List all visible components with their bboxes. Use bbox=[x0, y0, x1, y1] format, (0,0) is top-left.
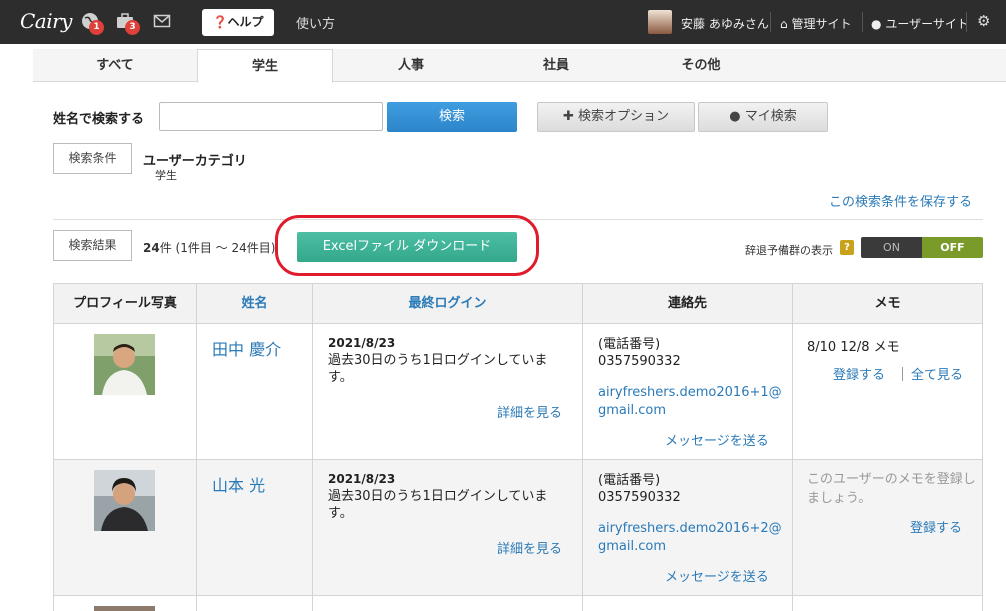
name-search-input[interactable] bbox=[159, 102, 383, 131]
email-link[interactable]: airyfreshers.demo2016+1@gmail.com bbox=[598, 384, 783, 420]
user-avatar[interactable] bbox=[648, 10, 672, 34]
result-count-number: 24 bbox=[143, 241, 160, 255]
result-count-range: 件 (1件目 ～ 24件目) bbox=[159, 241, 276, 255]
highlight-annotation bbox=[275, 215, 539, 276]
home-icon: ⌂ bbox=[780, 17, 788, 31]
phone-info: (電話番号) 0357590332 bbox=[598, 472, 681, 506]
send-message-link[interactable]: メッセージを送る bbox=[665, 430, 769, 449]
search-options-label: 検索オプション bbox=[578, 109, 670, 124]
decline-group-label: 辞退予備群の表示 bbox=[745, 244, 833, 257]
table-row bbox=[53, 596, 983, 611]
phone-number: 0357590332 bbox=[598, 354, 681, 369]
toggle-on[interactable]: ON bbox=[861, 237, 922, 258]
header-name[interactable]: 姓名 bbox=[196, 283, 313, 324]
header-contact: 連絡先 bbox=[582, 283, 793, 324]
user-icon: ● bbox=[729, 109, 741, 124]
header-profile-photo: プロフィール写真 bbox=[53, 283, 197, 324]
register-memo-link[interactable]: 登録する bbox=[833, 364, 885, 383]
tab-hr[interactable]: 人事 bbox=[343, 49, 479, 82]
result-count: 24件 (1件目 ～ 24件目) bbox=[143, 239, 275, 256]
profile-photo[interactable] bbox=[94, 334, 155, 395]
view-all-memos-link[interactable]: 全て見る bbox=[911, 364, 963, 383]
help-icon[interactable]: ? bbox=[840, 240, 854, 255]
last-login-date: 2021/8/23 bbox=[328, 336, 396, 350]
table-row: 山本 光 2021/8/23 過去30日のうち1日ログインしています。 詳細を見… bbox=[53, 460, 983, 596]
user-name[interactable]: 安藤 あゆみさん bbox=[681, 15, 769, 32]
send-message-link[interactable]: メッセージを送る bbox=[665, 566, 769, 585]
table-row: 田中 慶介 2021/8/23 過去30日のうち1日ログインしています。 詳細を… bbox=[53, 324, 983, 460]
tab-employee[interactable]: 社員 bbox=[488, 49, 624, 82]
usage-link[interactable]: 使い方 bbox=[296, 13, 335, 32]
category-tabs: すべて 学生 人事 社員 その他 bbox=[33, 49, 1006, 83]
phone-label: (電話番号) bbox=[598, 473, 661, 488]
divider bbox=[862, 12, 863, 32]
phone-label: (電話番号) bbox=[598, 337, 661, 352]
profile-photo[interactable] bbox=[94, 606, 155, 611]
toggle-off[interactable]: OFF bbox=[922, 237, 983, 258]
email-link[interactable]: airyfreshers.demo2016+2@gmail.com bbox=[598, 520, 783, 556]
divider bbox=[770, 12, 771, 32]
search-options-button[interactable]: ✚ 検索オプション bbox=[537, 102, 695, 132]
mail-icon[interactable] bbox=[152, 12, 172, 32]
save-search-link[interactable]: この検索条件を保存する bbox=[829, 191, 972, 210]
gear-icon[interactable]: ⚙ bbox=[977, 12, 990, 30]
divider bbox=[902, 367, 903, 381]
phone-info: (電話番号) 0357590332 bbox=[598, 336, 681, 370]
header-last-login[interactable]: 最終ログイン bbox=[312, 283, 583, 324]
user-icon: ● bbox=[871, 17, 882, 31]
search-results-box: 検索結果 bbox=[53, 230, 132, 261]
name-search-label: 姓名で検索する bbox=[53, 112, 145, 127]
search-conditions-box: 検索条件 bbox=[53, 143, 132, 174]
task-badge: 3 bbox=[125, 20, 140, 35]
plus-icon: ✚ bbox=[562, 109, 574, 124]
view-details-link[interactable]: 詳細を見る bbox=[497, 538, 562, 557]
user-name-link[interactable]: 田中 慶介 bbox=[212, 336, 281, 360]
tab-other[interactable]: その他 bbox=[633, 49, 769, 82]
login-frequency: 過去30日のうち1日ログインしています。 bbox=[328, 489, 548, 521]
user-name-link[interactable]: 山本 光 bbox=[212, 472, 265, 496]
register-memo-link[interactable]: 登録する bbox=[910, 517, 962, 536]
login-frequency: 過去30日のうち1日ログインしています。 bbox=[328, 353, 548, 385]
app-logo[interactable]: Cairy bbox=[20, 9, 72, 33]
admin-site-link[interactable]: ⌂ 管理サイト bbox=[780, 15, 851, 32]
user-category-value: 学生 bbox=[155, 169, 177, 182]
top-navigation-bar: Cairy 1 3 ❓ヘルプ 使い方 安藤 あゆみさん ⌂ 管理サイト ● ユー… bbox=[0, 0, 1006, 44]
help-label: ヘルプ bbox=[227, 15, 264, 29]
header-memo: メモ bbox=[792, 283, 983, 324]
last-login-date: 2021/8/23 bbox=[328, 472, 396, 486]
divider bbox=[966, 12, 967, 32]
search-button[interactable]: 検索 bbox=[387, 102, 517, 132]
phone-number: 0357590332 bbox=[598, 490, 681, 505]
my-search-label: マイ検索 bbox=[744, 109, 797, 124]
tab-student[interactable]: 学生 bbox=[197, 49, 333, 83]
memo-placeholder: このユーザーのメモを登録しましょう。 bbox=[807, 472, 976, 506]
decline-group-toggle[interactable]: ON OFF bbox=[861, 237, 983, 258]
view-details-link[interactable]: 詳細を見る bbox=[497, 402, 562, 421]
tab-all[interactable]: すべて bbox=[33, 49, 197, 82]
memo-text: 8/10 12/8 メモ bbox=[807, 340, 900, 355]
notification-badge: 1 bbox=[89, 20, 104, 35]
profile-photo[interactable] bbox=[94, 470, 155, 531]
question-circle-icon: ❓ bbox=[212, 15, 228, 29]
user-site-label: ユーザーサイト bbox=[885, 17, 969, 31]
admin-site-label: 管理サイト bbox=[791, 17, 852, 31]
help-button[interactable]: ❓ヘルプ bbox=[202, 9, 274, 36]
user-site-link[interactable]: ● ユーザーサイト bbox=[871, 15, 969, 32]
my-search-button[interactable]: ● マイ検索 bbox=[698, 102, 828, 132]
